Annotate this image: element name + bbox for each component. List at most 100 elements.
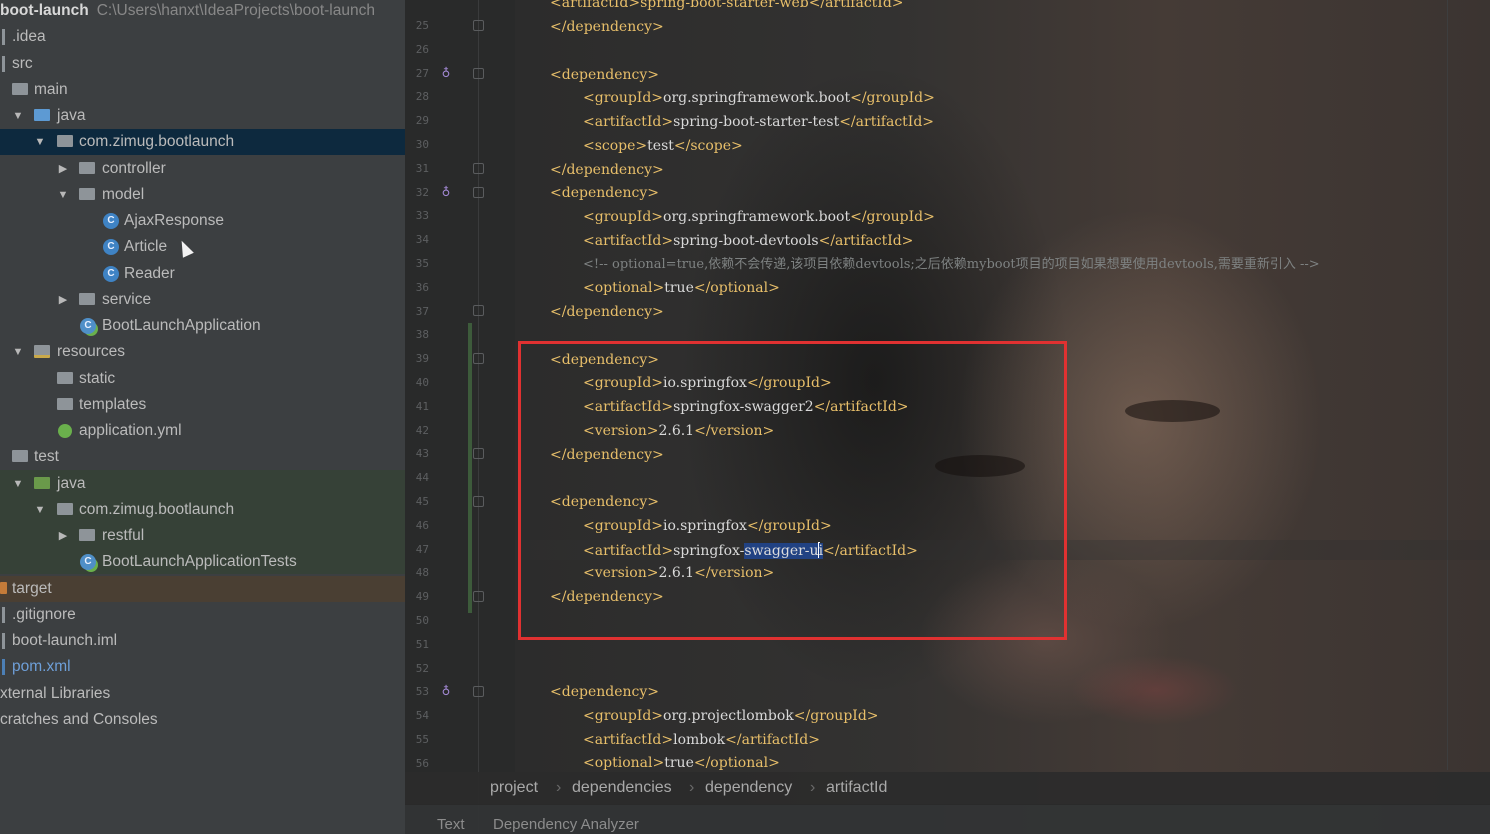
- line-number: 32: [415, 185, 429, 199]
- tree-item-label: controller: [102, 160, 166, 177]
- yaml-config-icon: [58, 424, 72, 438]
- tab-text[interactable]: Text: [437, 816, 465, 833]
- code-line-30[interactable]: <scope>test</scope>: [583, 138, 743, 154]
- tree-item-test-java[interactable]: ▼ java: [0, 471, 405, 497]
- fold-marker-icon[interactable]: [473, 591, 484, 602]
- project-name: boot-launch: [0, 2, 89, 19]
- code-line-31[interactable]: </dependency>: [550, 162, 664, 178]
- fold-marker-icon[interactable]: [473, 353, 484, 364]
- tree-item-application-yml[interactable]: application.yml: [0, 418, 405, 444]
- tree-item-controller[interactable]: ▶ controller: [0, 156, 405, 182]
- tree-item-label: com.zimug.bootlaunch: [79, 133, 235, 150]
- tree-item-ajaxresponse[interactable]: C AjaxResponse: [0, 208, 405, 234]
- fold-marker-icon[interactable]: [473, 686, 484, 697]
- gutter-separator: [478, 0, 479, 834]
- code-line-28[interactable]: <groupId>org.springframework.boot</group…: [583, 90, 935, 106]
- code-line-54[interactable]: <groupId>org.projectlombok</groupId>: [583, 708, 879, 724]
- tree-item-package-bootlaunch[interactable]: ▼ com.zimug.bootlaunch: [0, 129, 405, 155]
- tree-item-scratches[interactable]: cratches and Consoles: [0, 707, 405, 733]
- code-line-53[interactable]: <dependency>: [550, 684, 659, 700]
- highlight-annotation-box: [518, 341, 1067, 640]
- xml-tag: <groupId>: [583, 708, 664, 724]
- breadcrumb-item-dependencies[interactable]: dependencies: [572, 779, 672, 797]
- code-line-33[interactable]: <groupId>org.springframework.boot</group…: [583, 209, 935, 225]
- line-number: 31: [415, 161, 429, 175]
- fold-marker-icon[interactable]: [473, 68, 484, 79]
- chevron-down-icon[interactable]: ▼: [57, 182, 69, 208]
- tree-item-bootlaunchapplicationtests[interactable]: C BootLaunchApplicationTests: [0, 549, 405, 575]
- line-number: 55: [415, 733, 429, 746]
- tree-item-label: Article: [124, 238, 168, 255]
- chevron-down-icon[interactable]: ▼: [12, 471, 24, 497]
- fold-marker-icon[interactable]: [473, 448, 484, 459]
- tree-item-test[interactable]: test: [0, 444, 405, 470]
- chevron-right-icon[interactable]: ▶: [57, 287, 69, 313]
- right-margin-guide: [1447, 0, 1448, 770]
- folder-icon: [57, 372, 73, 384]
- tree-item-test-package[interactable]: ▼ com.zimug.bootlaunch: [0, 497, 405, 523]
- tree-root[interactable]: boot-launch C:\Users\hanxt\IdeaProjects\b…: [0, 0, 405, 24]
- tree-item-service[interactable]: ▶ service: [0, 287, 405, 313]
- fold-marker-icon[interactable]: [473, 163, 484, 174]
- breadcrumb-item-artifactid[interactable]: artifactId: [826, 779, 887, 797]
- tree-item-bootlaunchapplication[interactable]: C BootLaunchApplication: [0, 313, 405, 339]
- maven-file-icon: [2, 659, 5, 675]
- class-icon: C: [103, 239, 119, 255]
- dependency-gutter-icon[interactable]: ♁: [440, 684, 452, 698]
- code-line-35-comment[interactable]: <!-- optional=true,依赖不会传递,该项目依赖devtools;…: [583, 257, 1320, 273]
- tree-item-gitignore[interactable]: .gitignore: [0, 602, 405, 628]
- tab-dependency-analyzer[interactable]: Dependency Analyzer: [493, 816, 639, 833]
- chevron-down-icon[interactable]: ▼: [34, 497, 46, 523]
- line-number: 44: [415, 471, 429, 485]
- fold-marker-icon[interactable]: [473, 496, 484, 507]
- tree-item-label: static: [79, 370, 116, 387]
- code-line-24[interactable]: <artifactId>spring-boot-starter-web</art…: [550, 0, 904, 11]
- xml-value: org.springframework.boot: [663, 90, 851, 106]
- code-line-25[interactable]: </dependency>: [550, 19, 664, 35]
- tree-item-external-libraries[interactable]: xternal Libraries: [0, 681, 405, 707]
- dependency-gutter-icon[interactable]: ♁: [440, 185, 452, 199]
- tree-item-idea[interactable]: .idea: [0, 24, 405, 50]
- line-number: 45: [415, 495, 429, 508]
- chevron-right-icon[interactable]: ▶: [57, 523, 69, 549]
- tree-item-java[interactable]: ▼ java: [0, 103, 405, 129]
- xml-tag: <scope>: [583, 138, 648, 154]
- code-line-37[interactable]: </dependency>: [550, 304, 664, 320]
- tree-item-article[interactable]: C Article: [0, 234, 405, 260]
- tree-item-restful[interactable]: ▶ restful: [0, 523, 405, 549]
- tree-item-label: com.zimug.bootlaunch: [79, 501, 235, 518]
- tree-item-label: xternal Libraries: [0, 685, 111, 702]
- chevron-down-icon[interactable]: ▼: [34, 129, 46, 155]
- fold-marker-icon[interactable]: [473, 305, 484, 316]
- xml-tag: </scope>: [673, 138, 743, 154]
- tree-item-main[interactable]: main: [0, 77, 405, 103]
- breadcrumb-item-dependency[interactable]: dependency: [705, 779, 792, 797]
- tree-item-templates[interactable]: templates: [0, 392, 405, 418]
- code-line-32[interactable]: <dependency>: [550, 185, 659, 201]
- tree-item-reader[interactable]: C Reader: [0, 261, 405, 287]
- spring-app-class-icon: C: [80, 318, 96, 334]
- code-editor[interactable]: 25 26 27 28 29 30 31 32 33 34 35 36 37 38 39 40 41 42 43 44…: [405, 0, 1490, 834]
- tree-item-iml[interactable]: boot-launch.iml: [0, 628, 405, 654]
- tree-item-static[interactable]: static: [0, 366, 405, 392]
- tree-item-src[interactable]: src: [0, 51, 405, 77]
- tree-item-pom[interactable]: pom.xml: [0, 654, 405, 680]
- code-line-56[interactable]: <optional>true</optional>: [583, 755, 780, 771]
- fold-marker-icon[interactable]: [473, 187, 484, 198]
- chevron-right-icon[interactable]: ▶: [57, 156, 69, 182]
- tree-item-target[interactable]: target: [0, 576, 405, 602]
- tree-item-resources[interactable]: ▼ resources: [0, 339, 405, 365]
- code-line-27[interactable]: <dependency>: [550, 67, 659, 83]
- chevron-down-icon[interactable]: ▼: [12, 339, 24, 365]
- fold-marker-icon[interactable]: [473, 20, 484, 31]
- tree-item-model[interactable]: ▼ model: [0, 182, 405, 208]
- code-line-29[interactable]: <artifactId>spring-boot-starter-test</ar…: [583, 114, 934, 130]
- breadcrumb-item-project[interactable]: project: [490, 779, 538, 797]
- code-line-34[interactable]: <artifactId>spring-boot-devtools</artifa…: [583, 233, 913, 249]
- xml-tag: <artifactId>: [583, 233, 674, 249]
- chevron-down-icon[interactable]: ▼: [12, 103, 24, 129]
- code-line-55[interactable]: <artifactId>lombok</artifactId>: [583, 732, 820, 748]
- code-line-36[interactable]: <optional>true</optional>: [583, 280, 780, 296]
- xml-tag: </artifactId>: [839, 114, 935, 130]
- dependency-gutter-icon[interactable]: ♁: [440, 66, 452, 80]
